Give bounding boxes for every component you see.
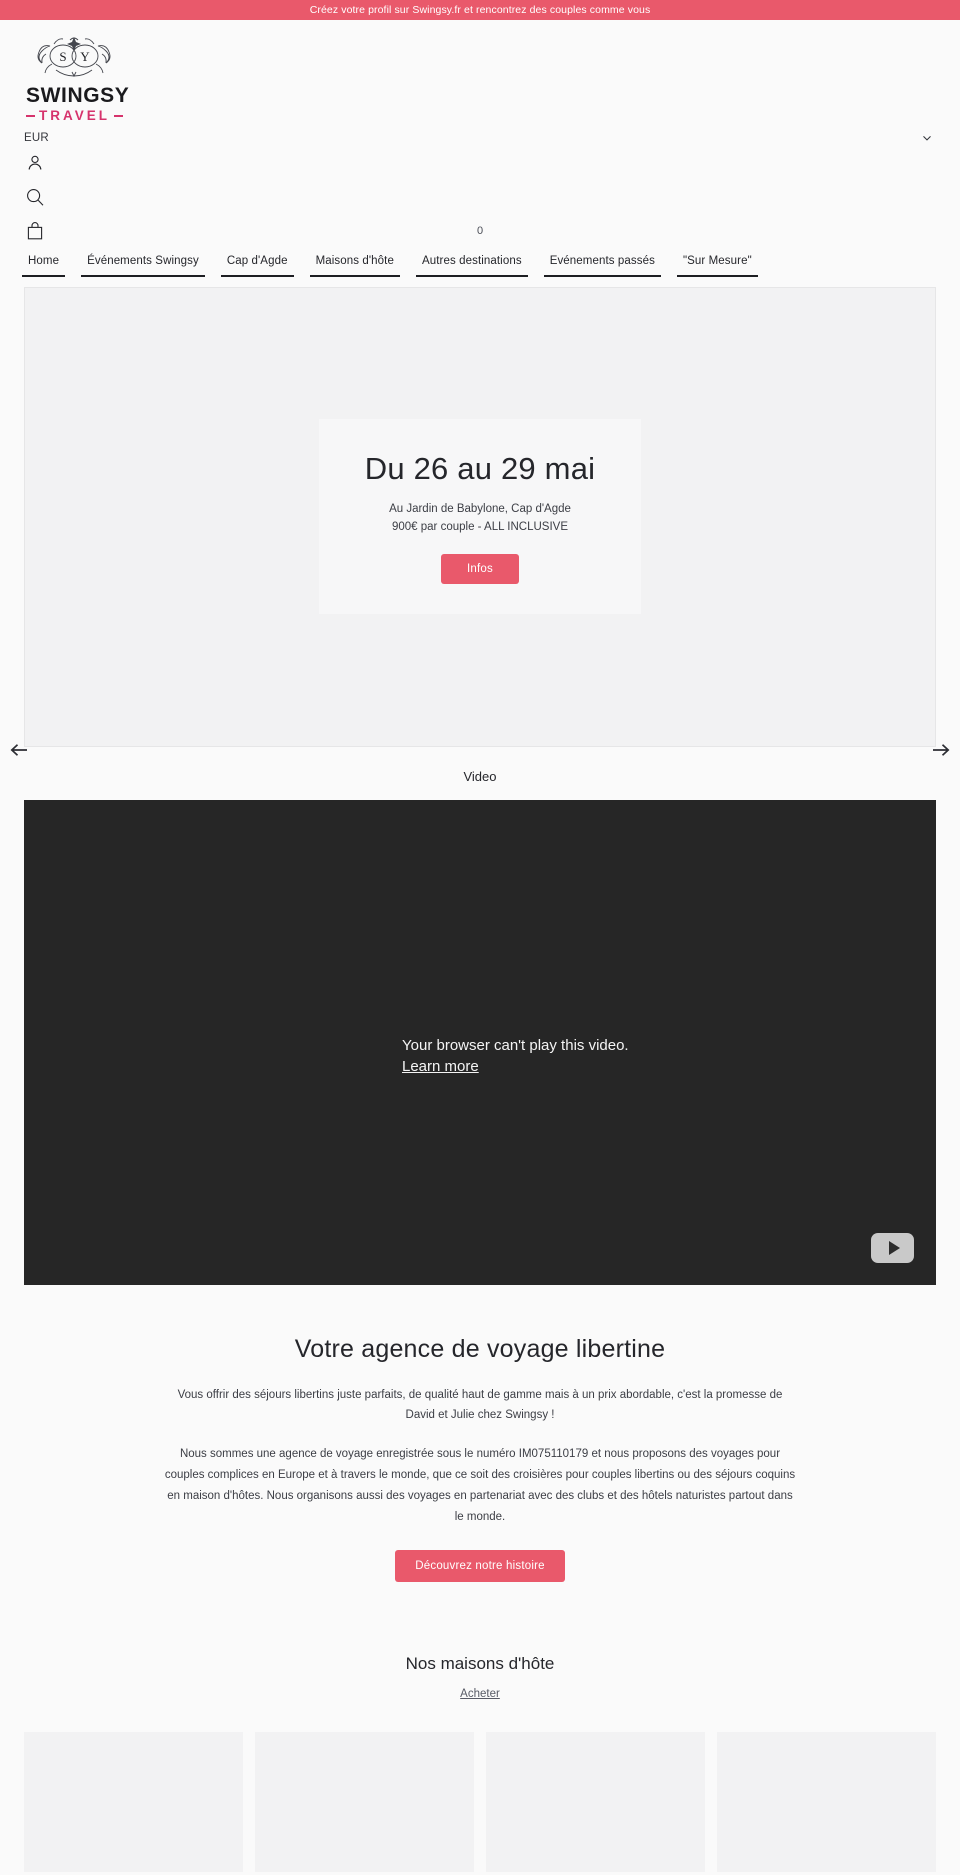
about-heading: Votre agence de voyage libertine — [294, 1334, 666, 1363]
currency-value: EUR — [24, 131, 49, 144]
slider-prev-button[interactable] — [8, 739, 30, 761]
video-error-text: Your browser can't play this video. — [402, 1036, 629, 1054]
main-navigation: Home Événements Swingsy Cap d'Agde Maiso… — [0, 246, 960, 277]
nav-item-evenements-swingsy[interactable]: Événements Swingsy — [73, 255, 213, 277]
about-cta-button[interactable]: Découvrez notre histoire — [395, 1550, 565, 1583]
about-paragraph-1: Vous offrir des séjours libertins juste … — [177, 1388, 783, 1422]
site-header: S Y SWINGSY TRAVEL EUR 0 — [0, 20, 960, 247]
video-section-label: Video — [463, 768, 497, 784]
logo-emblem-icon: S Y — [37, 37, 111, 78]
chevron-down-icon — [923, 135, 931, 141]
user-icon[interactable] — [24, 152, 46, 174]
products-shop-link[interactable]: Acheter — [460, 1688, 500, 1700]
account-row — [24, 148, 936, 179]
site-logo[interactable]: S Y SWINGSY TRAVEL — [24, 20, 134, 123]
products-heading: Nos maisons d'hôte — [405, 1654, 555, 1674]
slider-next-button[interactable] — [930, 739, 952, 761]
cart-row: 0 — [24, 216, 936, 247]
nav-item-home[interactable]: Home — [14, 255, 73, 277]
nav-item-maisons-dhote[interactable]: Maisons d'hôte — [302, 255, 408, 277]
emblem-letter-s: S — [59, 49, 66, 64]
logo-wordmark: SWINGSY — [26, 84, 130, 107]
nav-item-autres-destinations[interactable]: Autres destinations — [408, 255, 536, 277]
logo-dash-left — [26, 115, 35, 117]
search-row — [24, 182, 936, 213]
hero-slider: Du 26 au 29 mai Au Jardin de Babylone, C… — [10, 286, 950, 756]
play-triangle-icon — [888, 1240, 900, 1255]
hero-title: Du 26 au 29 mai — [364, 450, 596, 486]
product-card[interactable] — [255, 1732, 474, 1873]
hero-slide: Du 26 au 29 mai Au Jardin de Babylone, C… — [24, 286, 936, 747]
video-error-message: Your browser can't play this video. Lear… — [402, 1035, 629, 1079]
announcement-bar: Créez votre profil sur Swingsy.fr et ren… — [0, 0, 960, 20]
nav-item-cap-dagde[interactable]: Cap d'Agde — [213, 255, 302, 277]
product-card[interactable] — [24, 1732, 243, 1873]
hero-price: 900€ par couple - ALL INCLUSIVE — [391, 521, 568, 534]
product-card[interactable] — [717, 1732, 936, 1873]
video-player[interactable]: Your browser can't play this video. Lear… — [24, 799, 936, 1285]
search-icon[interactable] — [24, 186, 46, 208]
products-grid — [0, 1702, 960, 1873]
hero-location: Au Jardin de Babylone, Cap d'Agde — [389, 502, 571, 515]
nav-item-evenements-passes[interactable]: Evénements passés — [536, 255, 669, 277]
about-paragraph-2: Nous sommes une agence de voyage enregis… — [164, 1448, 796, 1524]
hero-infos-button[interactable]: Infos — [441, 554, 519, 585]
logo-subtitle: TRAVEL — [26, 109, 134, 123]
products-section: Nos maisons d'hôte Acheter — [0, 1582, 960, 1873]
video-learn-more-link[interactable]: Learn more — [402, 1058, 479, 1075]
product-card[interactable] — [486, 1732, 705, 1873]
logo-dash-right — [114, 115, 123, 117]
emblem-letter-y: Y — [80, 49, 90, 64]
currency-selector[interactable]: EUR — [24, 131, 936, 145]
about-section: Votre agence de voyage libertine Vous of… — [0, 1285, 960, 1583]
youtube-play-icon[interactable] — [871, 1232, 914, 1263]
announcement-text: Créez votre profil sur Swingsy.fr et ren… — [309, 4, 651, 16]
hero-slide-card: Du 26 au 29 mai Au Jardin de Babylone, C… — [319, 418, 641, 615]
nav-item-sur-mesure[interactable]: "Sur Mesure" — [669, 255, 766, 277]
cart-count: 0 — [476, 225, 484, 237]
shopping-bag-icon[interactable] — [24, 220, 46, 242]
logo-subtitle-text: TRAVEL — [39, 108, 110, 123]
